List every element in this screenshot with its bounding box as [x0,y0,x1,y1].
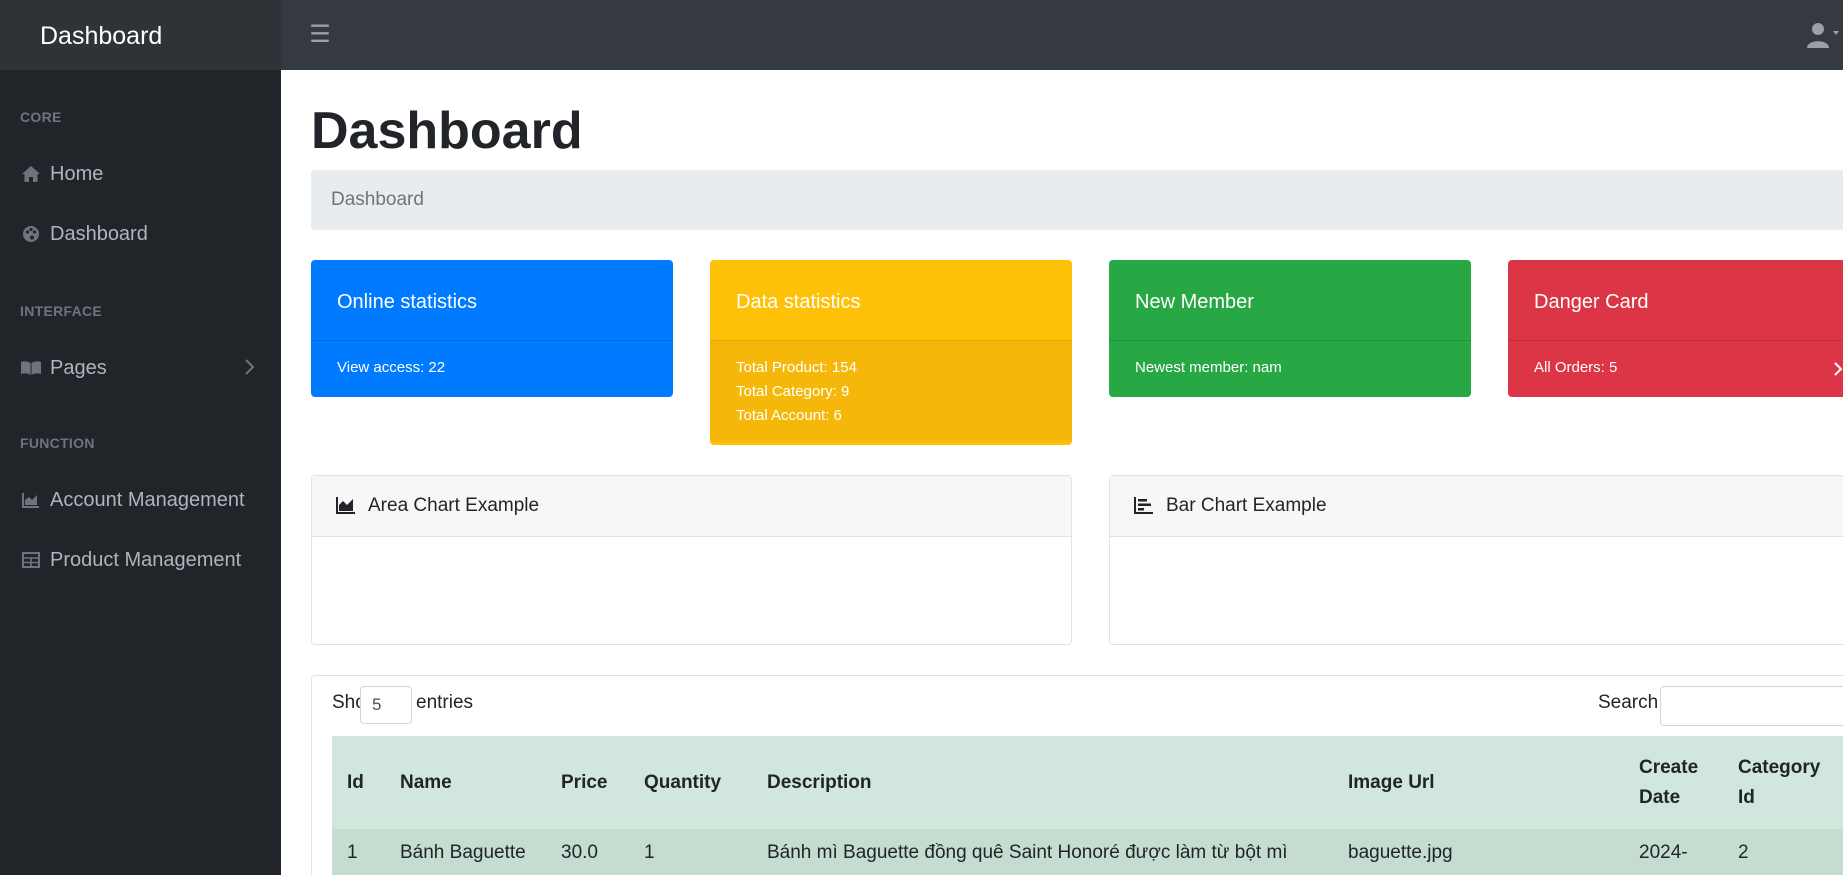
chevron-right-icon [244,358,256,382]
column-header-image-url[interactable]: Image Url [1333,736,1624,829]
table-row[interactable]: 1 Bánh Baguette 30.0 1 Bánh mì Baguette … [332,829,1843,875]
column-header-name[interactable]: Name [385,736,546,829]
table-cell: 2024- [1639,842,1688,863]
card-body: Newest member: nam [1109,341,1471,394]
table-cell: baguette.jpg [1348,842,1453,863]
new-member-card: New Member Newest member: nam [1109,260,1471,397]
table-cell: 2 [1738,842,1749,863]
book-icon [20,358,42,378]
total-account-text: Total Account: 6 [736,407,842,424]
panel-title: Bar Chart Example [1166,495,1327,516]
chart-area-icon [20,490,42,510]
column-header-create-date[interactable]: Create Date [1624,736,1723,829]
panel-title: Area Chart Example [368,495,540,516]
bar-chart-panel: Bar Chart Example [1109,475,1843,645]
column-header-quantity[interactable]: Quantity [629,736,752,829]
danger-card[interactable]: Danger Card All Orders: 5 [1508,260,1843,397]
breadcrumb: Dashboard [311,170,1843,230]
online-statistics-card: Online statistics View access: 22 [311,260,673,397]
chevron-right-icon[interactable] [1833,361,1843,382]
area-chart-panel: Area Chart Example [311,475,1072,645]
sidebar-item-label: Dashboard [50,222,148,245]
chart-area-icon [336,496,356,516]
all-orders-text: All Orders: 5 [1534,359,1618,376]
sidebar-item-label: Home [50,162,104,185]
card-title: Online statistics [311,260,673,341]
total-product-text: Total Product: 154 [736,359,857,376]
search-label: Search: [1598,692,1664,713]
sidebar-toggle-button[interactable]: ☰ [308,20,332,50]
view-access-text: View access: 22 [337,359,446,376]
table-icon [20,550,42,570]
products-table-card: Show 5 entries Search: Id Name Price Qua… [311,675,1843,875]
panel-header: Bar Chart Example [1110,476,1843,537]
panel-header: Area Chart Example [312,476,1071,537]
card-body: Total Product: 154 Total Category: 9 Tot… [710,341,1072,442]
sidebar-item-dashboard[interactable]: Dashboard [0,212,281,256]
sidebar-heading-function: FUNCTION [20,435,95,451]
user-icon [1807,23,1839,48]
user-menu-button[interactable] [1805,22,1839,50]
card-body: All Orders: 5 [1508,341,1843,394]
entries-label: entries [416,692,474,713]
column-header-id[interactable]: Id [332,736,385,829]
sidebar: CORE Home Dashboard INTERFACE Pages FUNC… [0,70,281,875]
table-cell: Bánh mì Baguette đồng quê Saint Honoré đ… [767,842,1288,863]
table-cell: 30.0 [561,842,598,863]
card-body: View access: 22 [311,341,673,394]
sidebar-heading-core: CORE [20,109,62,125]
page-title: Dashboard [311,102,583,160]
sidebar-item-label: Account Management [50,488,245,511]
sidebar-item-pages[interactable]: Pages [0,346,281,390]
column-header-price[interactable]: Price [546,736,629,829]
card-title: New Member [1109,260,1471,341]
bars-icon: ☰ [309,21,331,48]
top-navbar: Dashboard ☰ [0,0,1843,70]
column-header-category-id[interactable]: Category Id [1723,736,1843,829]
products-table: Id Name Price Quantity Description Image… [332,736,1843,875]
table-cell: 1 [347,842,358,863]
sidebar-item-product-management[interactable]: Product Management [0,538,281,582]
palette-icon [20,224,42,244]
search-input[interactable] [1660,686,1843,726]
main-content: Dashboard Dashboard Online statistics Vi… [281,70,1843,875]
sidebar-item-label: Pages [50,356,107,379]
chart-bar-icon [1134,496,1154,516]
column-header-description[interactable]: Description [752,736,1333,829]
data-statistics-card: Data statistics Total Product: 154 Total… [710,260,1072,445]
navbar-brand[interactable]: Dashboard [0,0,281,70]
home-icon [20,164,42,184]
table-cell: 1 [644,842,655,863]
sidebar-item-home[interactable]: Home [0,152,281,196]
sidebar-item-label: Product Management [50,548,242,571]
table-cell: Bánh Baguette [400,842,526,863]
sidebar-item-account-management[interactable]: Account Management [0,478,281,522]
sidebar-heading-interface: INTERFACE [20,303,103,319]
card-title: Data statistics [710,260,1072,341]
newest-member-text: Newest member: nam [1135,359,1282,376]
card-title: Danger Card [1508,260,1843,341]
table-header-row: Id Name Price Quantity Description Image… [332,736,1843,829]
entries-per-page-select[interactable]: 5 [360,686,412,724]
total-category-text: Total Category: 9 [736,383,850,400]
